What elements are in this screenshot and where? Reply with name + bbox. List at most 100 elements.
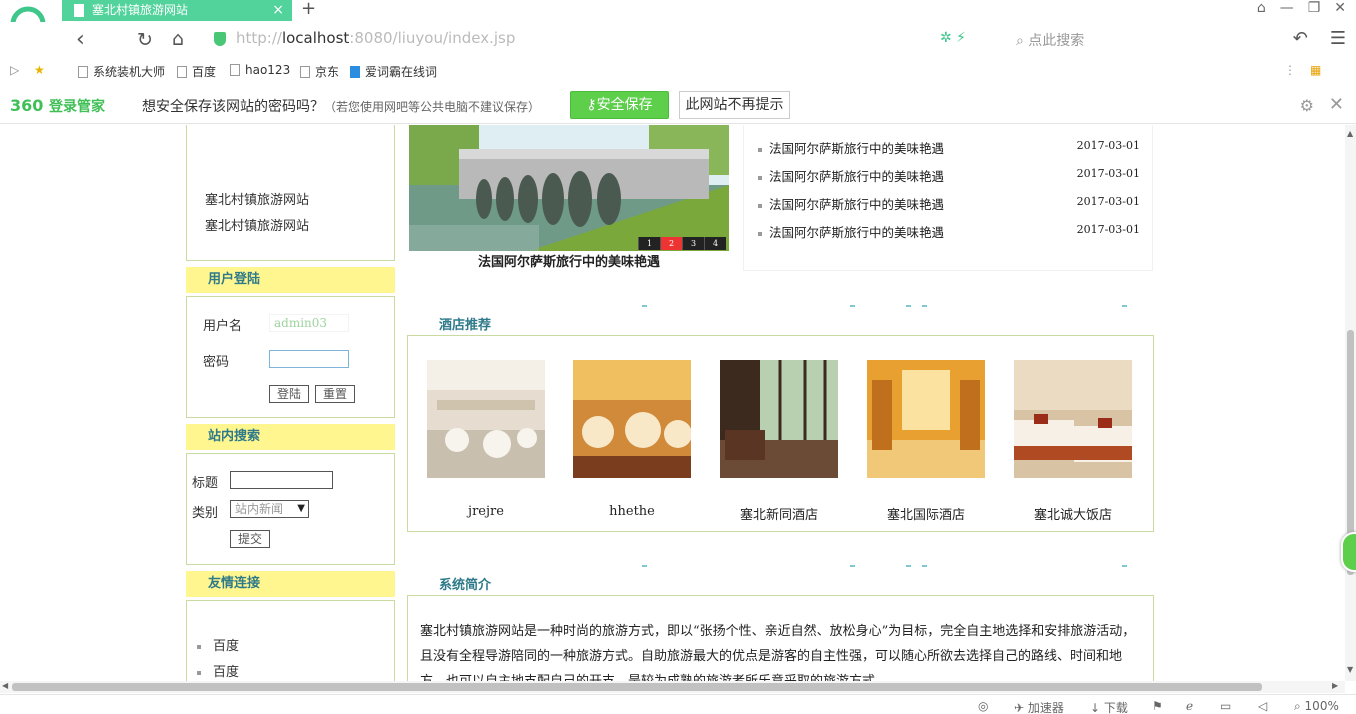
safety-icon[interactable]: ◎ xyxy=(978,699,988,713)
submit-button[interactable]: 提交 xyxy=(230,530,270,548)
bookmark-label: 爱词霸在线词 xyxy=(365,65,438,79)
divider xyxy=(850,565,855,567)
intro-text: 塞北村镇旅游网站是一种时尚的旅游方式，即以“张扬个性、亲近自然、放松身心”为目标… xyxy=(420,624,1136,681)
new-tab-button[interactable]: + xyxy=(301,0,316,19)
friend-link[interactable]: 百度 xyxy=(197,635,239,654)
hotel-name: 塞北新同酒店 xyxy=(739,508,818,523)
intro-box: 塞北村镇旅游网站是一种时尚的旅游方式，即以“张扬个性、亲近自然、放松身心”为目标… xyxy=(407,595,1154,681)
favorites-star-icon[interactable]: ★ xyxy=(34,63,45,77)
news-item[interactable]: 法国阿尔萨斯旅行中的美味艳遇 xyxy=(758,222,944,241)
tab-close-icon[interactable]: × xyxy=(272,0,284,21)
bookmark-item[interactable]: hao123 xyxy=(230,63,290,77)
hotel-card[interactable]: 塞北诚大饭店 xyxy=(1014,360,1132,523)
hotel-card[interactable]: 塞北新同酒店 xyxy=(720,360,838,523)
hotel-name: hhethe xyxy=(609,504,655,519)
tab-active[interactable]: 塞北村镇旅游网站 × xyxy=(62,0,292,21)
bookmarks-bar: ▷ ★ 系统装机大师 百度 hao123 京东 爱词霸在线词 ⋮ ▦ xyxy=(0,58,1356,84)
slide-page-button[interactable]: 4 xyxy=(704,237,726,250)
news-item[interactable]: 法国阿尔萨斯旅行中的美味艳遇 xyxy=(758,194,944,213)
hotel-photo xyxy=(1014,360,1132,478)
refresh-icon[interactable]: ↻ xyxy=(137,29,153,51)
site-link[interactable]: 塞北村镇旅游网站 xyxy=(205,189,309,208)
close-window-icon[interactable]: ✕ xyxy=(1334,0,1346,16)
flag-icon[interactable]: ⚑ xyxy=(1152,699,1163,713)
save-password-button[interactable]: ⚷安全保存 xyxy=(570,91,669,119)
hotel-card[interactable]: hhethe xyxy=(573,360,691,519)
download-button[interactable]: ↓ 下载 xyxy=(1090,699,1128,714)
slide-page-button-active[interactable]: 2 xyxy=(660,237,682,250)
url-prefix: http:// xyxy=(236,29,282,47)
bookmark-label: hao123 xyxy=(245,63,291,77)
hotel-card[interactable]: 塞北国际酒店 xyxy=(867,360,985,523)
reset-button[interactable]: 重置 xyxy=(315,385,355,403)
scroll-right-icon[interactable]: ▶ xyxy=(1332,681,1338,690)
never-prompt-button[interactable]: 此网站不再提示 xyxy=(679,91,790,119)
search-placeholder: 点此搜索 xyxy=(1028,33,1085,49)
window-icon[interactable]: ▭ xyxy=(1220,699,1231,713)
url-field[interactable]: http://localhost:8080/liuyou/index.jsp xyxy=(210,28,1010,52)
password-label: 密码 xyxy=(203,355,230,370)
floating-assistant-button[interactable] xyxy=(1341,532,1356,572)
category-label: 类别 xyxy=(192,506,219,521)
slideshow-caption[interactable]: 法国阿尔萨斯旅行中的美味艳遇 xyxy=(409,251,729,270)
bookmark-item[interactable]: 系统装机大师 xyxy=(78,63,165,80)
site-link[interactable]: 塞北村镇旅游网站 xyxy=(205,215,309,234)
title-label: 标题 xyxy=(192,476,219,491)
news-title: 法国阿尔萨斯旅行中的美味艳遇 xyxy=(769,225,945,240)
menu-icon[interactable]: ☰ xyxy=(1330,28,1346,49)
search-header: 站内搜索 xyxy=(186,424,395,450)
username-field[interactable]: admin03 xyxy=(269,314,349,332)
bookmark-item[interactable]: 百度 xyxy=(177,63,216,80)
category-select[interactable]: 站内新闻 ▼ xyxy=(230,500,309,518)
divider xyxy=(850,305,855,307)
login-button[interactable]: 登陆 xyxy=(269,385,309,403)
password-field[interactable] xyxy=(269,350,349,368)
slide-page-button[interactable]: 1 xyxy=(638,237,660,250)
friend-link[interactable]: 百度 xyxy=(197,661,239,680)
scroll-down-icon[interactable]: ▼ xyxy=(1347,665,1353,674)
scroll-up-icon[interactable]: ▲ xyxy=(1347,129,1353,138)
skin-icon[interactable]: ⌂ xyxy=(1257,0,1266,16)
vertical-scrollbar[interactable]: ▲ ▼ xyxy=(1345,125,1356,681)
hotel-name: 塞北诚大饭店 xyxy=(1033,508,1112,523)
divider xyxy=(906,305,911,307)
undo-icon[interactable]: ↶ xyxy=(1293,28,1308,49)
apps-icon[interactable]: ▦ xyxy=(1310,63,1321,77)
news-date: 2017-03-01 xyxy=(1076,195,1140,208)
minimize-icon[interactable]: — xyxy=(1280,0,1294,16)
zoom-control[interactable]: ⌕ 100% xyxy=(1294,699,1339,714)
slideshow-image[interactable] xyxy=(409,125,729,251)
restore-icon[interactable]: ❐ xyxy=(1308,0,1321,16)
divider xyxy=(922,565,927,567)
password-question: 想安全保存该网站的密码吗？ xyxy=(142,99,324,115)
home-icon[interactable]: ⌂ xyxy=(172,28,184,50)
close-icon[interactable]: ✕ xyxy=(1329,94,1344,115)
accelerator-button[interactable]: ✈ 加速器 xyxy=(1014,699,1064,714)
news-item[interactable]: 法国阿尔萨斯旅行中的美味艳遇 xyxy=(758,138,944,157)
more-icon[interactable]: ⋮ xyxy=(1284,63,1296,77)
title-input[interactable] xyxy=(230,471,333,489)
news-title: 法国阿尔萨斯旅行中的美味艳遇 xyxy=(769,169,945,184)
sound-icon[interactable]: ◁ xyxy=(1258,699,1267,713)
url-text: http://localhost:8080/liuyou/index.jsp xyxy=(236,29,515,47)
ie-icon[interactable]: ℯ xyxy=(1186,699,1193,713)
shield-icon xyxy=(214,32,226,46)
slide-page-button[interactable]: 3 xyxy=(682,237,704,250)
bookmark-item[interactable]: 爱词霸在线词 xyxy=(350,63,437,80)
gear-icon[interactable]: ⚙ xyxy=(1300,96,1314,115)
username-label: 用户名 xyxy=(203,319,243,334)
speed-icon[interactable]: ✲ ⚡ xyxy=(940,30,966,46)
bookmark-item[interactable]: 京东 xyxy=(300,63,339,80)
window-controls: ⌂ — ❐ ✕ xyxy=(1257,0,1346,16)
hotel-card[interactable]: jrejre xyxy=(427,360,545,519)
horizontal-scrollbar[interactable]: ◀ ▶ xyxy=(0,681,1345,693)
hotel-photo xyxy=(720,360,838,478)
divider xyxy=(642,565,647,567)
news-item[interactable]: 法国阿尔萨斯旅行中的美味艳遇 xyxy=(758,166,944,185)
search-field[interactable]: ⌕ 点此搜索 xyxy=(1016,30,1084,50)
hotel-name: 塞北国际酒店 xyxy=(886,508,965,523)
scroll-left-icon[interactable]: ◀ xyxy=(2,681,8,690)
horizontal-scroll-thumb[interactable] xyxy=(12,683,1262,691)
back-icon[interactable]: ‹ xyxy=(76,27,85,52)
sidebar-toggle-icon[interactable]: ▷ xyxy=(10,63,19,77)
